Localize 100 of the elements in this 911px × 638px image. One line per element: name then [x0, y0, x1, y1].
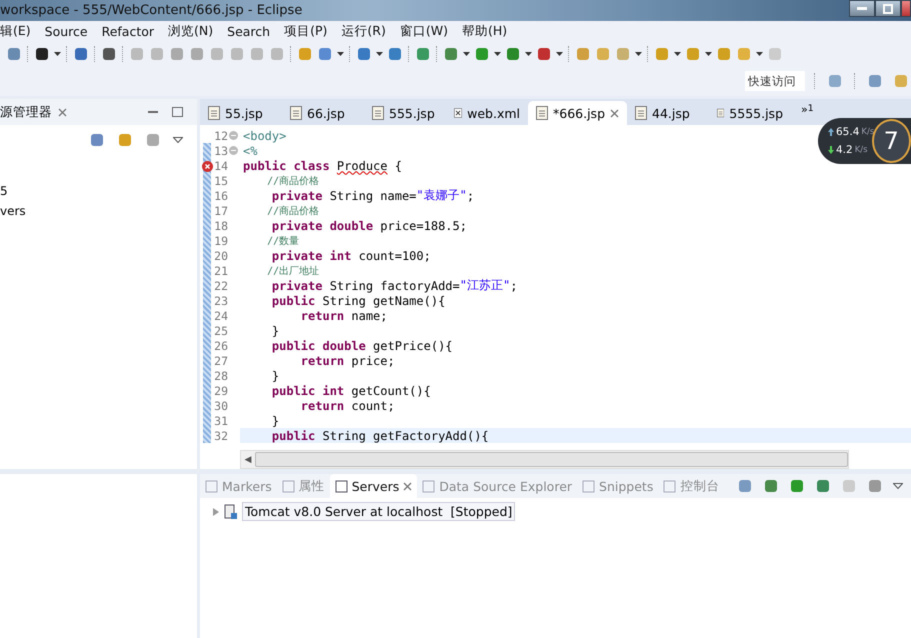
line-number: 17 — [213, 204, 228, 218]
code-line: //商品价格 — [266, 204, 320, 218]
menu-item[interactable]: 窗口(W) — [392, 23, 455, 40]
line-number: 18 — [213, 218, 228, 232]
editor-tab[interactable]: *666.jsp — [528, 101, 628, 125]
speed-unit: K/s — [861, 127, 874, 137]
dropdown-arrow-icon[interactable] — [337, 52, 344, 56]
speed-unit: K/s — [854, 145, 868, 155]
menu-item[interactable]: 浏览(N) — [161, 23, 220, 40]
tree-item[interactable]: vers — [0, 201, 26, 221]
view-icon — [422, 480, 436, 492]
minimize-icon — [857, 7, 867, 10]
code-line: public String getFactoryAdd(){ — [270, 428, 489, 443]
file-icon — [372, 106, 384, 120]
dropdown-arrow-icon[interactable] — [525, 52, 532, 56]
dropdown-arrow-icon[interactable] — [463, 52, 470, 56]
download-speed: 4.2 — [836, 144, 853, 156]
menu-item[interactable]: Search — [220, 24, 278, 39]
menu-item[interactable]: 帮助(H) — [454, 23, 514, 40]
file-icon — [290, 106, 302, 120]
editor-tab[interactable]: 5555.jsp — [709, 101, 792, 125]
close-icon[interactable] — [58, 108, 67, 116]
close-icon[interactable] — [610, 108, 620, 118]
dropdown-arrow-icon[interactable] — [635, 52, 642, 56]
menu-item[interactable]: 辑(E) — [0, 23, 38, 40]
dropdown-arrow-icon[interactable] — [756, 52, 763, 56]
view-title[interactable]: 源管理器 — [0, 104, 52, 120]
line-number: 29 — [213, 384, 228, 398]
upload-arrow-icon — [828, 128, 834, 136]
code-line: private String factoryAdd="江苏正"; — [270, 278, 518, 293]
line-number: 14 — [213, 158, 228, 172]
menu-item[interactable]: Source — [38, 24, 95, 39]
file-icon — [208, 106, 220, 120]
view-icon — [663, 480, 676, 492]
tree-item[interactable]: 5 — [0, 181, 8, 201]
view-tab[interactable]: Servers — [330, 474, 418, 498]
code-line: //数量 — [266, 234, 300, 248]
code-line: public int getCount(){ — [270, 383, 431, 398]
dropdown-arrow-icon[interactable] — [674, 52, 681, 56]
code-line: public double getPrice(){ — [270, 338, 453, 353]
view-menu-icon[interactable] — [173, 137, 183, 143]
line-number: 32 — [213, 428, 228, 442]
editor-tab[interactable]: web.xml — [446, 101, 528, 125]
view-icon — [205, 480, 218, 492]
scroll-left-button[interactable]: ◀ — [241, 454, 255, 464]
fold-icon[interactable] — [229, 146, 238, 155]
line-number: 20 — [213, 248, 228, 262]
code-line: <body> — [242, 128, 286, 143]
code-line: //商品价格 — [266, 174, 320, 188]
code-line: private int count=100; — [270, 248, 431, 263]
menu-item[interactable]: 项目(P) — [277, 23, 334, 40]
dropdown-arrow-icon[interactable] — [376, 52, 383, 56]
line-number: 25 — [213, 324, 228, 338]
line-number: 21 — [213, 264, 228, 278]
close-icon[interactable] — [403, 482, 412, 490]
server-item[interactable]: Tomcat v8.0 Server at localhost [Stopped] — [242, 502, 516, 521]
fold-icon[interactable] — [229, 131, 238, 140]
restore-button[interactable] — [875, 0, 901, 17]
code-line: } — [270, 323, 280, 338]
code-line: return name; — [300, 308, 388, 323]
close-button[interactable] — [901, 0, 911, 17]
line-number: 16 — [213, 188, 228, 202]
dropdown-arrow-icon[interactable] — [556, 52, 563, 56]
view-icon — [582, 480, 596, 492]
editor-tab[interactable]: 66.jsp — [282, 101, 364, 125]
code-line: <% — [242, 143, 258, 158]
view-icon — [282, 480, 295, 492]
minimize-button[interactable] — [849, 0, 875, 17]
line-number: 12 — [213, 128, 228, 142]
expand-arrow-icon[interactable] — [212, 508, 220, 516]
code-line: return price; — [300, 353, 395, 368]
view-menu-icon[interactable] — [893, 483, 903, 489]
code-line: } — [270, 368, 280, 383]
menu-item[interactable]: Refactor — [94, 24, 162, 39]
line-number: 19 — [213, 234, 228, 248]
code-line: public class Produce { — [242, 158, 402, 173]
line-number: 27 — [213, 354, 228, 368]
file-icon — [717, 106, 724, 120]
scrollbar-thumb[interactable] — [255, 452, 848, 467]
dropdown-arrow-icon[interactable] — [494, 52, 501, 56]
editor-tab[interactable]: 55.jsp — [200, 101, 282, 125]
xml-file-icon — [454, 106, 462, 120]
editor-tab[interactable]: 44.jsp — [627, 101, 710, 125]
quick-access-field[interactable]: 快速访问 — [745, 71, 805, 91]
code-line: private String name="袁娜子"; — [270, 188, 474, 203]
maximize-icon[interactable] — [172, 107, 183, 117]
dropdown-arrow-icon[interactable] — [54, 52, 61, 56]
line-number: 15 — [213, 174, 228, 188]
code-line: private double price=188.5; — [270, 218, 467, 233]
line-number: 28 — [213, 368, 228, 382]
view-icon — [334, 480, 348, 492]
file-icon — [635, 106, 648, 120]
line-number: 22 — [213, 278, 228, 292]
download-arrow-icon — [828, 146, 834, 154]
menu-item[interactable]: 运行(R) — [334, 23, 393, 40]
line-number: 31 — [213, 414, 228, 428]
dropdown-arrow-icon[interactable] — [705, 52, 712, 56]
line-number: 26 — [213, 338, 228, 352]
editor-tab[interactable]: 555.jsp — [364, 101, 446, 125]
restore-icon — [883, 4, 893, 14]
